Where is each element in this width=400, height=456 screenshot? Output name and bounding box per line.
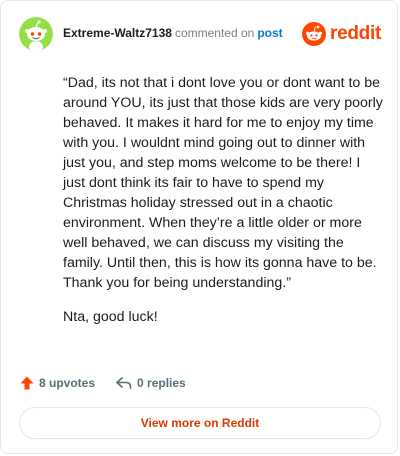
view-more-on-reddit-button[interactable]: View more on Reddit — [19, 407, 381, 439]
comment-body: “Dad, its not that i dont love you or do… — [63, 73, 383, 341]
reply-button[interactable]: 0 replies — [115, 375, 186, 391]
comment-paragraph: Nta, good luck! — [63, 309, 158, 325]
comment-actions: 8 upvotes 0 replies — [19, 373, 186, 393]
reply-arrow-icon — [116, 377, 132, 389]
reddit-logo-icon — [302, 22, 327, 46]
reddit-wordmark: reddit — [330, 23, 381, 44]
user-avatar[interactable] — [19, 17, 53, 51]
comment-embed-card: Extreme-Waltz7138 commented on post reddit… — [0, 0, 398, 454]
reddit-brand-link[interactable]: reddit — [302, 21, 381, 47]
snoo-avatar-icon — [19, 17, 53, 51]
post-link[interactable]: post — [257, 26, 282, 40]
upvote-arrow-icon — [20, 376, 34, 390]
comment-paragraph: “Dad, its not that i dont love you or do… — [63, 75, 383, 291]
upvote-count: 8 upvotes — [39, 376, 96, 390]
upvote-button[interactable]: 8 upvotes — [19, 375, 95, 391]
reply-count: 0 replies — [137, 376, 186, 390]
comment-header: Extreme-Waltz7138 commented on post reddit — [19, 17, 381, 51]
action-text: commented on — [174, 26, 255, 40]
comment-meta: Extreme-Waltz7138 commented on post — [63, 25, 283, 41]
username-link[interactable]: Extreme-Waltz7138 — [63, 26, 172, 40]
